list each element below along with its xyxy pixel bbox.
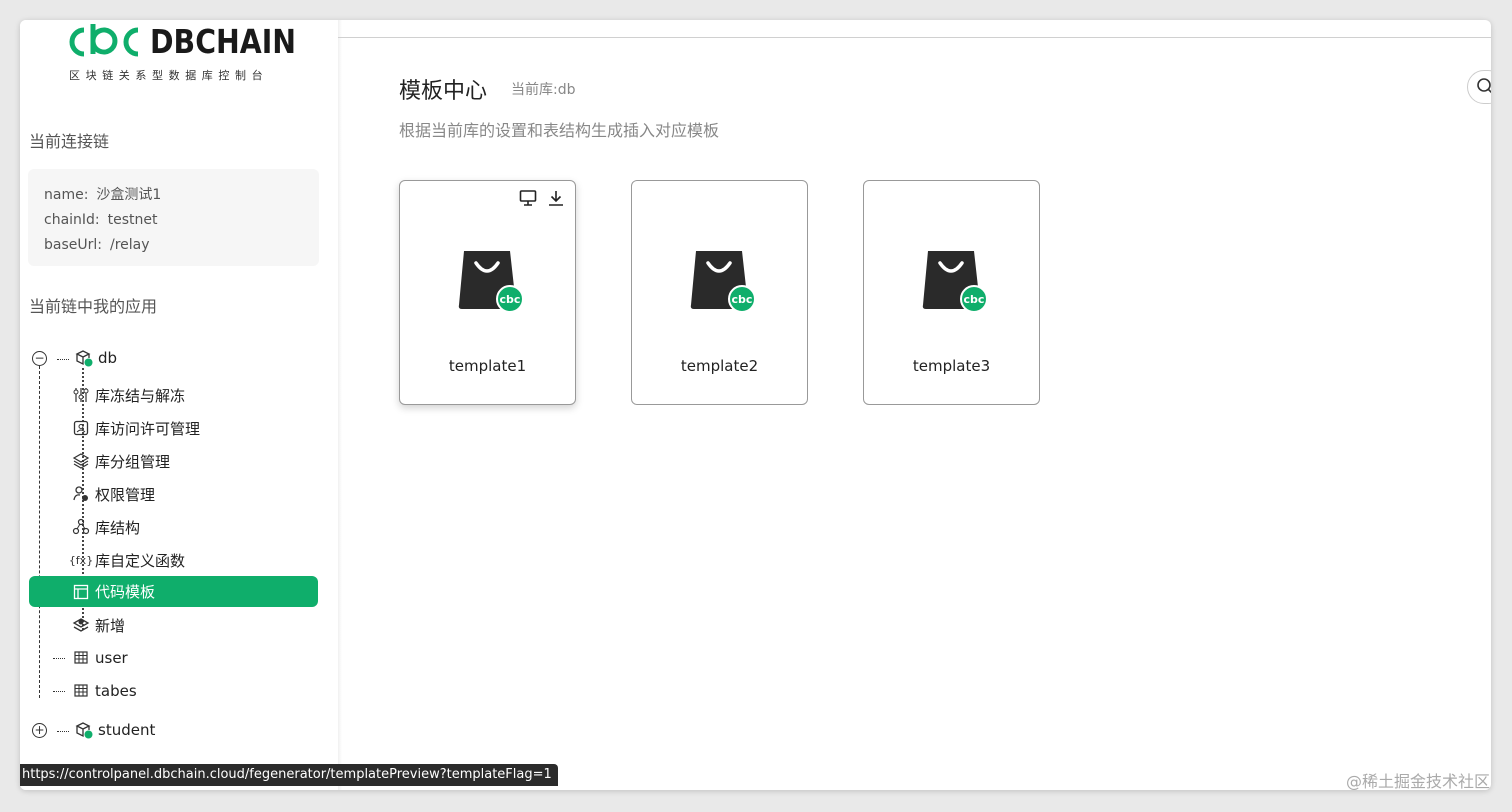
tree-node-label: 库分组管理 xyxy=(95,452,171,471)
link-status-bar: https://controlpanel.dbchain.cloud/fegen… xyxy=(20,764,558,786)
tree-node-structure[interactable]: 库结构 xyxy=(72,513,140,541)
svg-text:cbc: cbc xyxy=(732,293,753,306)
svg-text:cbc: cbc xyxy=(500,293,521,306)
svg-text:cbc: cbc xyxy=(964,293,985,306)
tree-node-label: 新增 xyxy=(95,616,126,635)
database-icon xyxy=(75,721,93,739)
tree-node-code-template[interactable]: 代码模板 xyxy=(29,576,318,607)
tree-guide-line xyxy=(39,366,40,698)
search-icon xyxy=(1477,78,1491,94)
search-button[interactable] xyxy=(1467,70,1491,104)
tree-node-tabes[interactable]: tabes xyxy=(72,677,137,705)
app-tree: − db 库冻结与解冻 库访问许可管理 库分组管理 权限管理 库结构 {fx} … xyxy=(20,20,338,790)
tree-node-label: 库结构 xyxy=(95,518,141,537)
tree-node-label: 库访问许可管理 xyxy=(95,419,201,438)
fx-icon: {fx} xyxy=(68,553,94,567)
tree-node-label: user xyxy=(95,649,128,667)
watermark: @稀土掘金技术社区 xyxy=(1345,772,1490,791)
tree-node-add[interactable]: 新增 xyxy=(72,611,125,639)
add-layer-icon xyxy=(72,616,90,634)
template-card[interactable]: cbc template3 xyxy=(863,180,1040,405)
tree-node-permission[interactable]: 权限管理 xyxy=(72,480,155,508)
tree-node-label: tabes xyxy=(95,682,137,700)
template-name: template3 xyxy=(912,357,991,375)
preview-monitor-icon[interactable] xyxy=(519,189,537,207)
tree-node-label: 权限管理 xyxy=(95,485,156,504)
template-name: template2 xyxy=(680,357,759,375)
app-window: DBCHAIN 区块链关系型数据库控制台 当前连接链 name: 沙盒测试1 ch… xyxy=(20,20,1491,790)
structure-icon xyxy=(72,518,90,536)
template-icon xyxy=(72,583,90,601)
tree-dots xyxy=(53,691,65,692)
template-name: template1 xyxy=(448,357,527,375)
shopping-bag-icon: cbc xyxy=(922,251,988,313)
sidebar-shadow xyxy=(338,20,342,790)
tree-node-label: 代码模板 xyxy=(95,583,156,601)
tree-dots xyxy=(57,731,69,732)
current-db-label: 当前库:db xyxy=(511,82,576,98)
tree-node-db-label: db xyxy=(98,349,118,367)
header-divider xyxy=(338,37,1491,38)
tree-dots xyxy=(57,359,69,360)
table-icon xyxy=(72,682,90,700)
student-expand-toggle[interactable]: + xyxy=(32,723,47,738)
shopping-bag-icon: cbc xyxy=(690,251,756,313)
shopping-bag-icon: cbc xyxy=(458,251,524,313)
tree-node-group[interactable]: 库分组管理 xyxy=(72,447,170,475)
tree-node-label: 库自定义函数 xyxy=(95,551,186,570)
sidebar: DBCHAIN 区块链关系型数据库控制台 当前连接链 name: 沙盒测试1 ch… xyxy=(20,20,338,790)
tree-node-student-label: student xyxy=(98,721,156,739)
download-icon[interactable] xyxy=(547,189,565,207)
tree-node-student[interactable]: student xyxy=(75,716,155,744)
card-actions xyxy=(519,189,565,207)
tree-node-db[interactable]: db xyxy=(75,344,117,372)
tree-dots xyxy=(53,658,65,659)
user-key-icon xyxy=(72,485,90,503)
tree-node-label: 库冻结与解冻 xyxy=(95,386,186,405)
tree-node-access[interactable]: 库访问许可管理 xyxy=(72,414,200,442)
sliders-icon xyxy=(72,386,90,404)
page-description: 根据当前库的设置和表结构生成插入对应模板 xyxy=(399,121,720,140)
db-collapse-toggle[interactable]: − xyxy=(32,351,47,366)
tree-node-user[interactable]: user xyxy=(72,644,128,672)
database-icon xyxy=(75,349,93,367)
tree-node-freeze[interactable]: 库冻结与解冻 xyxy=(72,381,185,409)
layers-icon xyxy=(72,452,90,470)
page-title: 模板中心 xyxy=(399,79,488,104)
template-card[interactable]: cbc template2 xyxy=(631,180,808,405)
table-icon xyxy=(72,649,90,667)
tree-node-functions[interactable]: {fx} 库自定义函数 xyxy=(68,546,186,574)
template-card[interactable]: cbc template1 xyxy=(399,180,576,405)
id-card-icon xyxy=(72,419,90,437)
